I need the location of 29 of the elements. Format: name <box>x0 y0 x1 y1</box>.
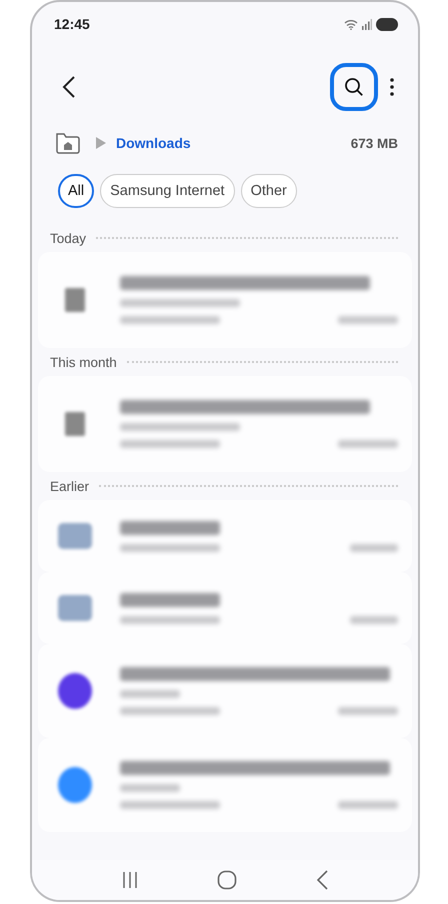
section-header: Today <box>50 230 86 246</box>
home-folder-icon[interactable] <box>54 131 82 155</box>
recent-apps-icon[interactable] <box>122 871 138 889</box>
filter-chip[interactable]: Samsung Internet <box>100 174 235 208</box>
blurred-document-row[interactable] <box>38 376 412 472</box>
search-icon <box>344 77 364 97</box>
file-icon <box>65 288 85 312</box>
more-icon <box>390 78 394 96</box>
section-header: This month <box>50 354 117 370</box>
breadcrumb-link[interactable]: Downloads <box>116 135 191 151</box>
file-icon <box>65 412 85 436</box>
battery-icon <box>376 18 398 30</box>
wifi-icon <box>344 18 358 30</box>
back-icon[interactable] <box>316 870 328 890</box>
filter-chip[interactable]: All <box>58 174 94 208</box>
search-button[interactable] <box>330 63 378 111</box>
folder-icon <box>58 523 92 549</box>
blurred-folder-row[interactable] <box>38 500 412 572</box>
section-header: Earlier <box>50 478 90 494</box>
storage-size: 673 MB <box>350 136 398 150</box>
blurred-app-row[interactable] <box>38 738 412 832</box>
back-icon <box>62 76 76 98</box>
blurred-document-row[interactable] <box>38 252 412 348</box>
folder-icon <box>58 595 92 621</box>
breadcrumb-arrow-icon <box>96 137 106 149</box>
status-time: 12:45 <box>54 16 90 32</box>
home-icon[interactable] <box>216 870 237 890</box>
filter-chip[interactable]: Other <box>240 174 297 208</box>
signal-icon <box>362 18 372 30</box>
